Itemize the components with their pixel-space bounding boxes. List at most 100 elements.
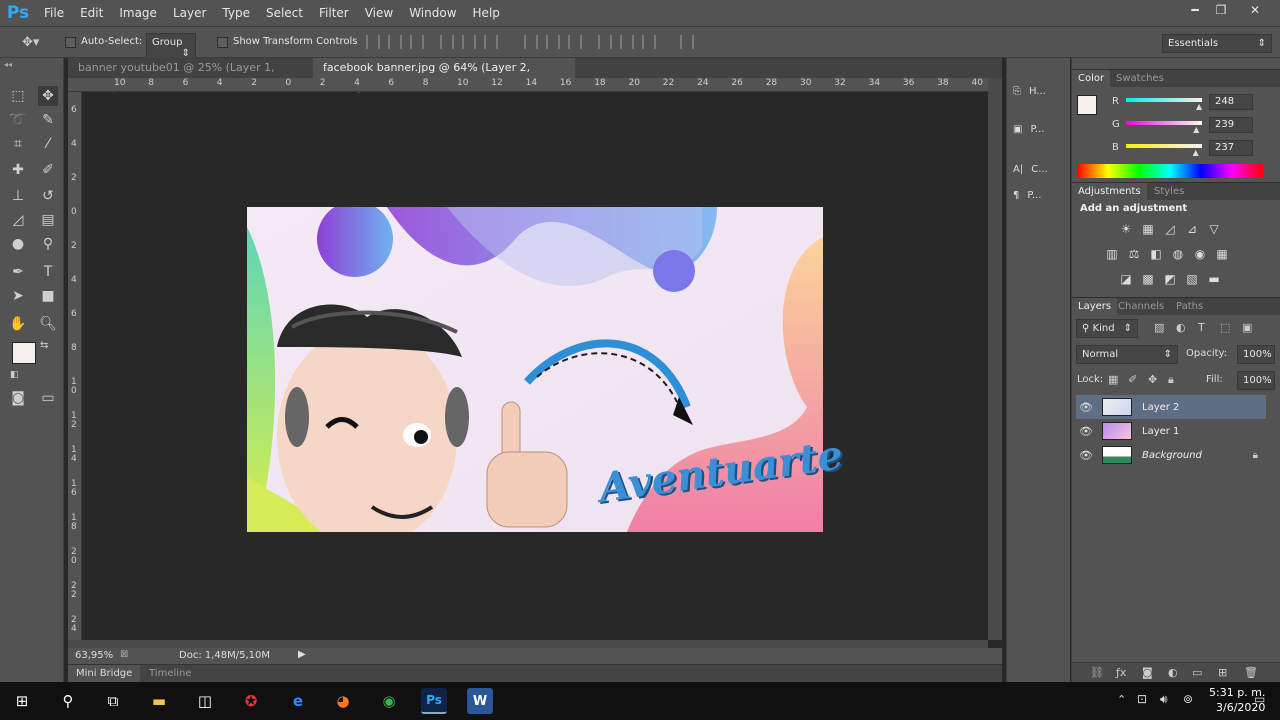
horizontal-scrollbar[interactable] [68,640,988,648]
channel-r-slider[interactable] [1126,98,1202,102]
menu-edit[interactable]: Edit [72,0,111,26]
menu-filter[interactable]: Filter [311,0,357,26]
slider-handle-icon[interactable]: ▲ [1193,125,1199,134]
windows-start-icon[interactable]: ⊞ [9,688,35,714]
posterize-icon[interactable]: ▩ [1140,272,1156,286]
layer-style-icon[interactable]: ƒx [1116,666,1126,679]
levels-icon[interactable]: ▦ [1140,222,1156,236]
auto-select-checkbox[interactable] [65,37,76,48]
collapse-icon[interactable]: ◂◂ [4,60,12,69]
filter-smart-object-icon[interactable]: ▣ [1242,321,1252,334]
dodge-tool-icon[interactable]: ⚲ [38,234,58,254]
file-explorer-icon[interactable]: ▬ [146,688,172,714]
menu-view[interactable]: View [357,0,401,26]
channel-g-slider[interactable] [1126,121,1202,125]
photoshop-taskbar-icon[interactable]: Ps [421,688,447,714]
chrome-icon[interactable]: ◉ [376,688,402,714]
lock-position-icon[interactable]: ✥ [1148,373,1157,386]
align-left-icon[interactable] [440,35,454,49]
move-tool-preset-icon[interactable]: ✥▾ [22,35,39,50]
filter-shape-icon[interactable]: ⬚ [1220,321,1230,334]
zoom-level[interactable]: 63,95% [75,650,113,661]
status-info-icon[interactable]: ⊠ [120,649,128,660]
menu-window[interactable]: Window [401,0,464,26]
threshold-icon[interactable]: ◩ [1162,272,1178,286]
tab-paths[interactable]: Paths [1170,298,1209,316]
align-right-icon[interactable] [484,35,498,49]
quick-selection-tool-icon[interactable]: ✎ [38,110,58,130]
photo-filter-icon[interactable]: ◍ [1170,247,1186,261]
align-bottom-icon[interactable] [410,35,424,49]
channel-r-value[interactable]: 248 [1209,94,1253,110]
add-mask-icon[interactable]: ◙ [1142,666,1153,679]
tab-timeline[interactable]: Timeline [141,665,200,682]
hue-saturation-icon[interactable]: ▥ [1104,247,1120,261]
edge-icon[interactable]: e [285,688,311,714]
gradient-map-icon[interactable]: ▬ [1206,272,1222,286]
layer-row-layer-2[interactable]: 👁︎ Layer 2 [1076,395,1266,419]
filter-pixel-icon[interactable]: ▨ [1154,321,1164,334]
blend-mode-dropdown[interactable]: Normal ⇕ [1076,345,1178,364]
trash-icon[interactable]: 🗑︎ [1244,666,1258,679]
tab-mini-bridge[interactable]: Mini Bridge [68,665,141,682]
crop-tool-icon[interactable]: ⌗ [8,134,28,154]
tab-swatches[interactable]: Swatches [1110,70,1170,88]
screen-mode-icon[interactable]: ▭ [38,388,58,408]
slider-handle-icon[interactable]: ▲ [1196,102,1202,111]
layer-row-background[interactable]: 👁︎ Background 🔒︎ [1076,443,1266,467]
invert-icon[interactable]: ◪ [1118,272,1134,286]
align-top-icon[interactable] [366,35,380,49]
color-spectrum-ramp[interactable] [1077,164,1263,178]
blur-tool-icon[interactable]: ● [8,234,28,254]
selective-color-icon[interactable]: ▧ [1184,272,1200,286]
distribute-right-icon[interactable] [642,35,656,49]
move-tool-icon[interactable]: ✥ [38,86,58,106]
exposure-icon[interactable]: ⊿ [1184,222,1200,236]
dock-character[interactable]: A| C... [1013,158,1048,180]
auto-align-icon[interactable] [680,35,694,49]
menu-file[interactable]: File [36,0,72,26]
visibility-eye-icon[interactable]: 👁︎ [1076,425,1096,438]
brush-tool-icon[interactable]: ✐ [38,160,58,180]
lock-all-icon[interactable]: 🔒︎ [1168,373,1174,387]
task-view-icon[interactable]: ⧉ [100,688,126,714]
pen-tool-icon[interactable]: ✒ [8,262,28,282]
eraser-tool-icon[interactable]: ◿ [8,210,28,230]
close-button[interactable]: ✕ [1240,0,1270,20]
zoom-tool-icon[interactable]: 🔍︎ [38,314,58,334]
vertical-scrollbar[interactable] [988,78,1002,640]
distribute-vcenter-icon[interactable] [546,35,560,49]
eyedropper-tool-icon[interactable]: ⁄ [38,134,58,154]
distribute-left-icon[interactable] [598,35,612,49]
canvas-area[interactable]: Aventuarte [83,93,988,640]
search-icon[interactable]: ⚲ [55,688,81,714]
layer-name[interactable]: Layer 1 [1142,426,1179,437]
chevron-up-icon[interactable]: ⌃ [1117,693,1126,706]
network-icon[interactable]: ⊡ [1137,692,1147,706]
channel-b-value[interactable]: 237 [1209,140,1253,156]
lock-image-icon[interactable]: ✐ [1128,373,1137,386]
tab-banner-youtube[interactable]: banner youtube01 @ 25% (Layer 1, RGB/8) … [68,58,313,94]
new-group-icon[interactable]: ▭ [1192,666,1202,679]
rectangle-tool-icon[interactable]: ■ [38,286,58,306]
visibility-eye-icon[interactable]: 👁︎ [1076,401,1096,414]
distribute-bottom-icon[interactable] [568,35,582,49]
filter-adjustment-icon[interactable]: ◐ [1176,321,1186,334]
volume-icon[interactable]: 🔊︎ [1160,692,1168,707]
healing-brush-tool-icon[interactable]: ✚ [8,160,28,180]
status-menu-arrow-icon[interactable]: ▶ [298,649,306,660]
slider-handle-icon[interactable]: ▲ [1193,148,1199,157]
color-lookup-icon[interactable]: ▦ [1214,247,1230,261]
game-app-icon[interactable]: ✪ [238,688,264,714]
tab-facebook-banner[interactable]: facebook banner.jpg @ 64% (Layer 2, RGB/… [313,58,575,94]
align-vcenter-icon[interactable] [388,35,402,49]
workspace-dropdown[interactable]: Essentials ⇕ [1162,34,1272,53]
align-hcenter-icon[interactable] [462,35,476,49]
show-transform-checkbox[interactable] [217,37,228,48]
layer-name[interactable]: Background [1142,450,1253,461]
distribute-top-icon[interactable] [524,35,538,49]
gradient-tool-icon[interactable]: ▤ [38,210,58,230]
dock-properties[interactable]: ▣ P... [1013,118,1044,140]
restore-button[interactable]: ❐ [1206,0,1236,20]
firefox-icon[interactable]: ◕ [330,688,356,714]
